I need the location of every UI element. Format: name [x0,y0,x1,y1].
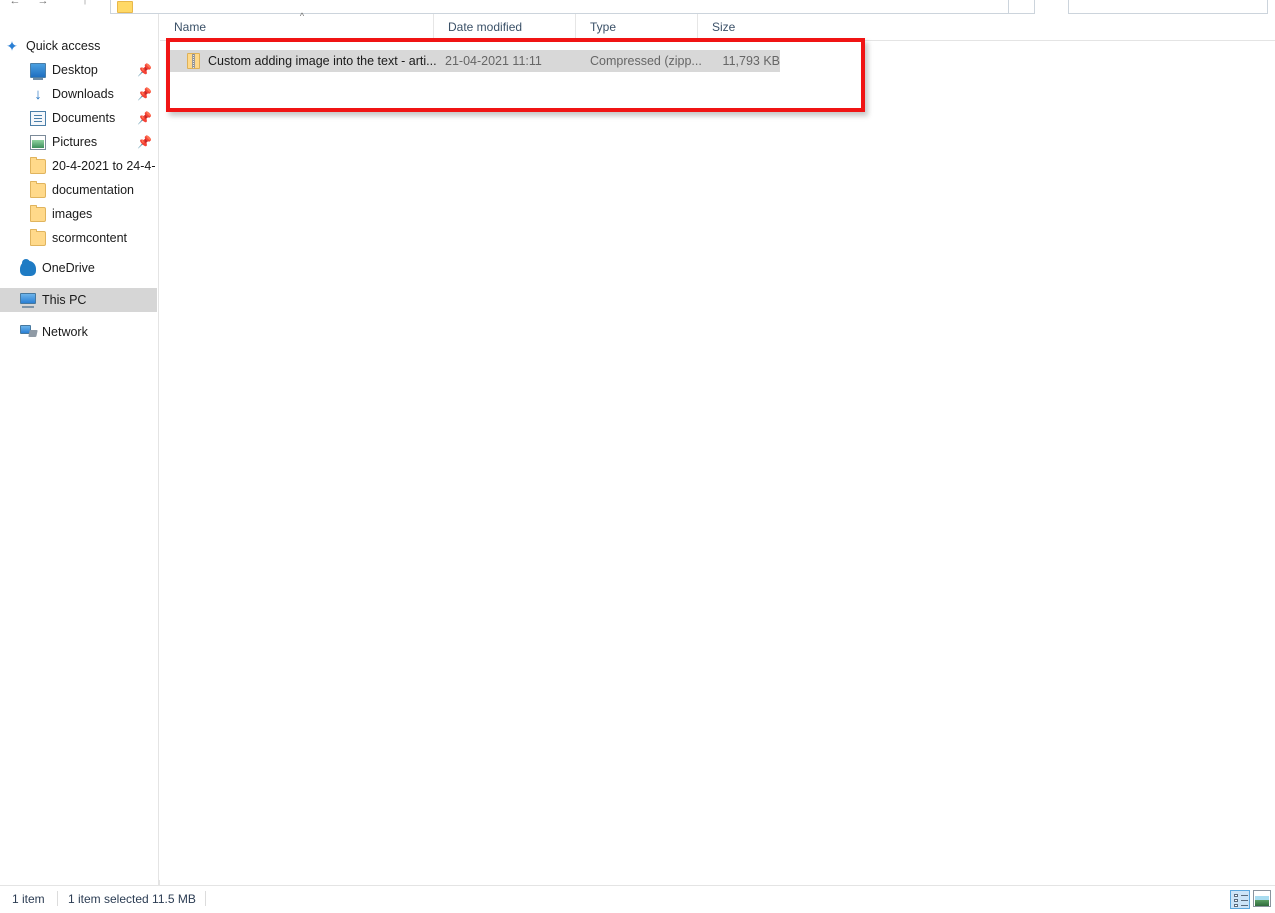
file-list[interactable]: Custom adding image into the text - arti… [160,41,1275,885]
sidebar-item-onedrive[interactable]: OneDrive [0,256,157,280]
sidebar-item-label: Desktop [52,63,98,77]
large-icons-view-icon[interactable] [1253,890,1271,907]
sidebar-item-label: scormcontent [52,231,128,245]
sidebar-item-pictures[interactable]: Pictures 📌 [0,130,157,154]
status-bar-separator-top [159,880,160,886]
file-name-cell: Custom adding image into the text - arti… [208,54,437,68]
details-view-glyph-right [1241,895,1248,896]
sidebar-item-label: images [52,207,93,221]
sidebar-item-desktop[interactable]: Desktop 📌 [0,58,157,82]
pin-icon[interactable]: 📌 [137,112,152,124]
search-input[interactable] [1068,0,1268,14]
sidebar-item-label: Pictures [52,135,98,149]
folder-icon [30,205,46,222]
status-item-count: 1 item [12,892,45,906]
sidebar-item-label: Documents [52,111,116,125]
sidebar-item-label: Network [42,325,88,339]
onedrive-icon [20,259,36,276]
document-icon [30,111,46,126]
up-button[interactable]: ↑ [78,0,92,8]
address-bar[interactable] [110,0,1035,14]
sidebar-item-quick-access[interactable]: ✦ Quick access [0,34,157,58]
sidebar-item-label: Downloads [52,87,114,101]
status-divider [205,891,206,906]
star-icon: ✦ [6,38,18,54]
sidebar-item-downloads[interactable]: ↓ Downloads 📌 [0,82,157,106]
network-icon [20,325,31,334]
details-view-glyph-left [1234,894,1238,897]
navigation-pane-divider [158,14,159,885]
sort-ascending-icon: ^ [299,11,305,21]
sidebar-item-label: documentation [52,183,135,197]
picture-icon [30,135,46,150]
this-pc-icon [20,293,36,308]
file-size-cell: 11,793 KB [722,54,780,68]
pin-icon[interactable]: 📌 [137,64,152,76]
table-row[interactable]: Custom adding image into the text - arti… [170,50,780,72]
status-bar: 1 item 1 item selected 11.5 MB [0,880,1275,913]
back-button[interactable]: ← [8,0,22,8]
column-header-row: Name Date modified Type Size [160,14,1275,41]
folder-icon [30,181,46,198]
zip-file-icon [187,53,200,69]
navigation-pane: ✦ Quick access Desktop 📌 ↓ Downloads 📌 Document… [0,14,157,885]
sidebar-item-20-4-2021-to-24-4-2[interactable]: 20-4-2021 to 24-4-2 [0,154,157,178]
details-view-icon[interactable] [1230,890,1250,909]
sidebar-item-label: 20-4-2021 to 24-4-2 [52,159,155,173]
sidebar-item-scormcontent[interactable]: scormcontent [0,226,157,250]
folder-icon [117,1,133,13]
desktop-icon [30,63,46,80]
folder-icon [30,229,46,246]
column-header-date-modified[interactable]: Date modified [433,14,575,40]
pin-icon[interactable]: 📌 [137,136,152,148]
pin-icon[interactable]: 📌 [137,88,152,100]
sidebar-item-documents[interactable]: Documents 📌 [0,106,157,130]
sidebar-item-label: OneDrive [42,261,95,275]
sidebar-item-label: This PC [42,293,87,307]
sidebar-item-label: Quick access [26,39,101,53]
forward-button[interactable]: → [36,0,50,8]
folder-icon [30,157,46,174]
column-header-type[interactable]: Type [575,14,697,40]
sidebar-item-documentation[interactable]: documentation [0,178,157,202]
file-type-cell: Compressed (zipp... [590,54,702,68]
sidebar-item-this-pc[interactable]: This PC [0,288,157,312]
sidebar-item-images[interactable]: images [0,202,157,226]
address-bar-dropdown-button[interactable] [1008,0,1034,13]
column-header-size[interactable]: Size [697,14,775,40]
download-icon: ↓ [34,86,42,103]
status-divider [57,891,58,906]
file-date-modified-cell: 21-04-2021 11:11 [445,54,542,68]
address-bar-strip: ← → ↑ [0,0,1275,14]
sidebar-item-network[interactable]: Network [0,320,157,344]
status-selection-info: 1 item selected 11.5 MB [68,892,196,906]
